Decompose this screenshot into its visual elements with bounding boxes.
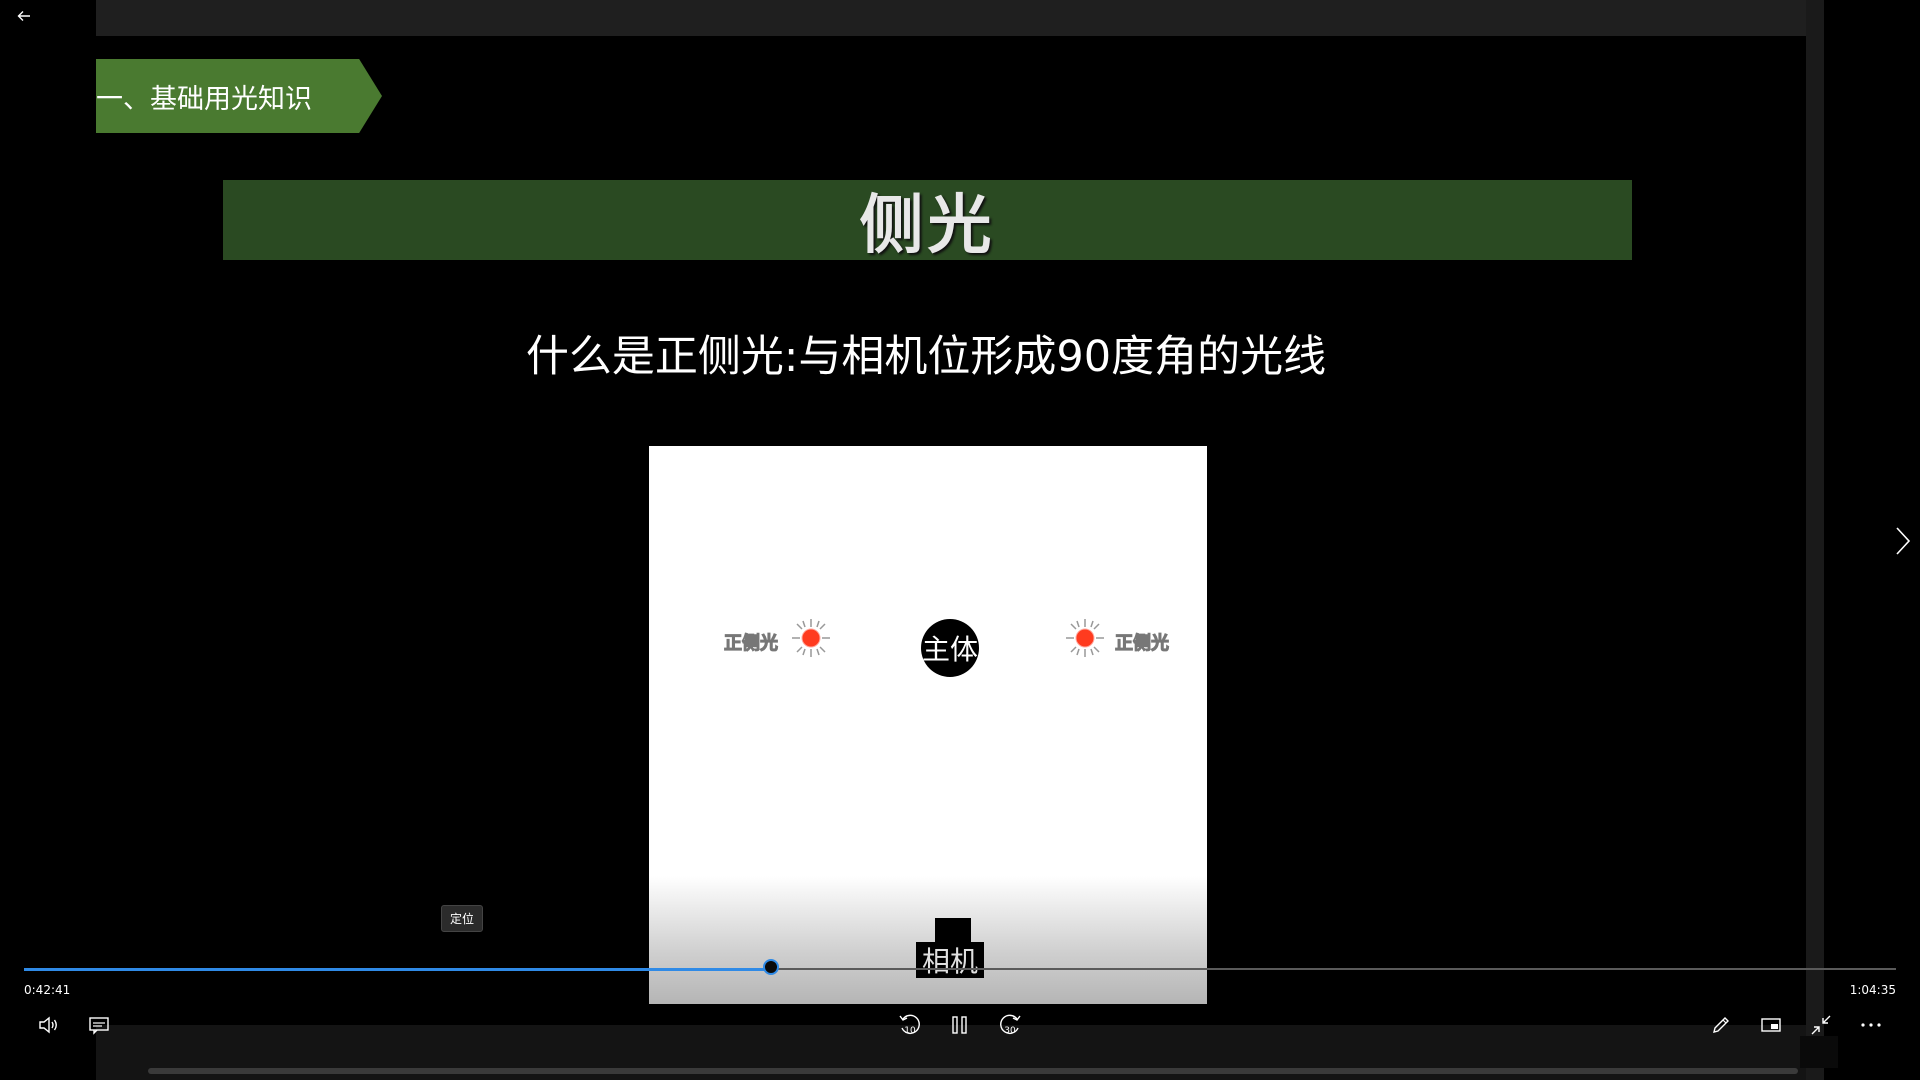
slide-title: 侧光 <box>859 189 996 263</box>
current-time: 0:42:41 <box>24 983 71 997</box>
seek-tooltip: 定位 <box>441 905 484 932</box>
volume-icon[interactable] <box>34 1010 64 1040</box>
seek-bar-progress <box>24 968 771 971</box>
horizontal-scrollbar[interactable] <box>148 1068 1798 1074</box>
section-tag-label: 一、基础用光知识 <box>96 83 312 115</box>
back-arrow-icon[interactable] <box>12 4 36 28</box>
rewind-seconds: 10 <box>904 1026 916 1036</box>
right-light-label: 正侧光 <box>1115 633 1170 655</box>
right-light-icon <box>1066 619 1104 657</box>
mini-view-icon[interactable] <box>1756 1010 1786 1040</box>
rewind-10-icon[interactable]: 10 <box>895 1010 925 1040</box>
left-light-label: 正侧光 <box>724 633 779 655</box>
lighting-diagram: 正侧光 主体 正侧光 相机 <box>649 446 1207 1004</box>
more-icon[interactable] <box>1856 1010 1886 1040</box>
corner-block <box>1800 1036 1838 1068</box>
total-time: 1:04:35 <box>1849 983 1896 997</box>
left-light-icon <box>792 619 830 657</box>
section-tag: 一、基础用光知识 <box>96 59 382 133</box>
pause-icon[interactable] <box>945 1010 975 1040</box>
slide-title-bar: 侧光 <box>223 180 1632 263</box>
camera-label: 相机 <box>921 945 978 978</box>
seek-bar[interactable] <box>24 959 1896 975</box>
video-player: 一、基础用光知识 侧光 什么是正侧光:与相机位形成90度角的光线 正侧光 主体 <box>0 0 1920 1080</box>
right-border <box>1806 0 1824 1080</box>
subtitles-icon[interactable] <box>84 1010 114 1040</box>
slide-subtitle: 什么是正侧光:与相机位形成90度角的光线 <box>525 332 1327 382</box>
camera-label-box: 相机 <box>916 942 984 978</box>
seek-thumb[interactable] <box>763 959 779 975</box>
subject-label: 主体 <box>921 633 978 666</box>
chevron-right-icon[interactable] <box>1890 524 1916 558</box>
forward-seconds: 30 <box>1004 1026 1016 1036</box>
subject-circle: 主体 <box>921 619 979 677</box>
pen-icon[interactable] <box>1706 1010 1736 1040</box>
forward-30-icon[interactable]: 30 <box>995 1010 1025 1040</box>
top-bar <box>96 0 1806 36</box>
